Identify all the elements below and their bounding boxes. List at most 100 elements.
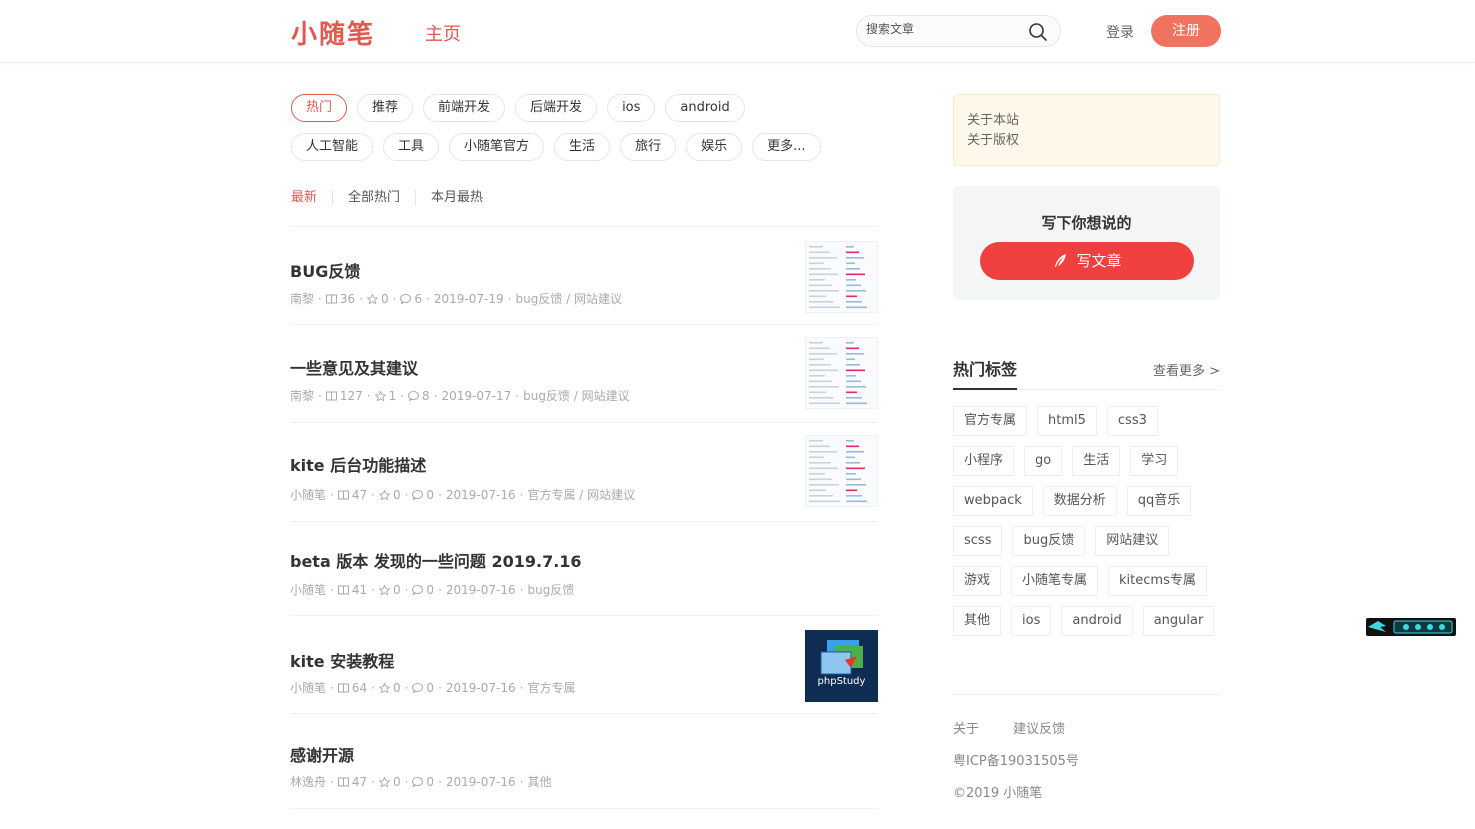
hot-tag[interactable]: kitecms专属	[1108, 566, 1207, 596]
hot-tag[interactable]: 小随笔专属	[1011, 566, 1099, 596]
article-tags[interactable]: 官方专属	[527, 681, 575, 695]
article-tags[interactable]: bug反馈 / 网站建议	[523, 389, 630, 403]
article-title[interactable]: 感谢开源	[290, 742, 354, 766]
category-tag[interactable]: android	[665, 94, 745, 122]
hot-tags-list: 官方专属 html5 css3 小程序 go 生活 学习 webpack 数据分析 qq音乐 scs…	[953, 406, 1223, 636]
article-date: 2019-07-16	[445, 583, 516, 597]
article-thumbnail[interactable]	[805, 337, 878, 409]
hot-tag[interactable]: scss	[953, 526, 1003, 556]
views-icon	[337, 777, 349, 787]
sort-tab[interactable]: 本月最热	[415, 190, 498, 206]
hot-tag[interactable]: go	[1024, 446, 1063, 476]
article-title[interactable]: BUG反馈	[290, 258, 360, 282]
meta-separator: ·	[366, 389, 371, 403]
article-tags[interactable]: 其他	[527, 775, 551, 789]
screenshot-preview-icon	[809, 440, 867, 503]
hot-tags-header: 热门标签 查看更多 >	[953, 356, 1220, 390]
site-logo[interactable]: 小随笔	[291, 14, 375, 51]
article-title[interactable]: kite 后台功能描述	[290, 452, 426, 476]
login-link[interactable]: 登录	[1106, 22, 1134, 42]
article-comments: 0	[426, 681, 435, 695]
sort-tab[interactable]: 最新	[291, 190, 332, 206]
meta-separator: ·	[371, 681, 375, 695]
hot-tag[interactable]: ios	[1011, 606, 1052, 636]
article-author[interactable]: 林逸舟	[290, 775, 326, 789]
article-stars: 0	[380, 292, 389, 306]
about-site-link[interactable]: 关于本站	[967, 111, 1206, 131]
article-meta: 南黎 · 36 · 0 · 6 · 2019-07-19 · bug反馈 / 网站建议	[290, 290, 622, 307]
article-tags[interactable]: bug反馈	[527, 583, 574, 597]
footer-about-link[interactable]: 关于	[953, 722, 979, 737]
footer-feedback-link[interactable]: 建议反馈	[1013, 722, 1065, 737]
article-tags[interactable]: bug反馈 / 网站建议	[515, 292, 622, 306]
sort-tab[interactable]: 全部热门	[332, 190, 415, 206]
category-tag[interactable]: 旅行	[620, 133, 677, 161]
article-views: 47	[351, 775, 368, 789]
article-title[interactable]: beta 版本 发现的一些问题 2019.7.16	[290, 548, 582, 572]
floating-widget[interactable]	[1366, 618, 1456, 636]
article-comments: 0	[426, 775, 435, 789]
article-author[interactable]: 小随笔	[290, 488, 326, 502]
article-comments: 0	[426, 583, 435, 597]
nav-home-link[interactable]: 主页	[425, 20, 461, 46]
hot-tag[interactable]: android	[1061, 606, 1133, 636]
article-thumbnail[interactable]	[805, 241, 878, 313]
category-tag[interactable]: 娱乐	[686, 133, 743, 161]
meta-separator: ·	[438, 488, 442, 502]
article-item[interactable]: BUG反馈南黎 · 36 · 0 · 6 · 2019-07-19 · bug反馈 / 网站建议	[290, 226, 878, 324]
category-tag[interactable]: 人工智能	[291, 133, 374, 161]
register-button[interactable]: 注册	[1151, 15, 1221, 47]
article-item[interactable]: beta 版本 发现的一些问题 2019.7.16 小随笔 · 41 · 0 · 0 · 2019…	[290, 521, 878, 615]
article-title[interactable]: kite 安装教程	[290, 648, 394, 672]
category-tag[interactable]: 前端开发	[423, 94, 506, 122]
article-author[interactable]: 小随笔	[290, 681, 326, 695]
article-author[interactable]: 小随笔	[290, 583, 326, 597]
hot-tag[interactable]: angular	[1142, 606, 1215, 636]
article-author[interactable]: 南黎	[290, 292, 314, 306]
more-tags-button[interactable]: 更多...	[752, 133, 821, 161]
article-item[interactable]: kite 后台功能描述 小随笔 · 47 · 0 · 0 · 2019-07-16 · 官方专属 / …	[290, 422, 878, 521]
category-tag[interactable]: 推荐	[357, 94, 414, 122]
article-stars: 1	[388, 389, 397, 403]
comment-icon	[412, 490, 424, 500]
hot-tag[interactable]: 学习	[1130, 446, 1179, 476]
icp-number[interactable]: 粤ICP备19031505号	[953, 750, 1079, 769]
comment-icon	[412, 585, 424, 595]
article-thumbnail[interactable]: phpStudy	[805, 630, 878, 702]
category-tag[interactable]: ios	[607, 94, 656, 122]
article-stars: 0	[392, 681, 401, 695]
article-tags[interactable]: 官方专属 / 网站建议	[527, 488, 635, 502]
article-title[interactable]: 一些意见及其建议	[290, 355, 418, 379]
hot-tag[interactable]: css3	[1106, 406, 1158, 436]
meta-separator: ·	[519, 583, 524, 597]
category-tag[interactable]: 后端开发	[515, 94, 598, 122]
search-icon[interactable]	[1028, 22, 1048, 42]
article-item[interactable]: kite 安装教程 小随笔 · 64 · 0 · 0 · 2019-07-16 · 官方专属 phpSt…	[290, 615, 878, 713]
star-icon	[378, 683, 390, 693]
hot-tag[interactable]: 游戏	[953, 566, 1002, 596]
article-thumbnail[interactable]	[805, 435, 878, 507]
hot-tags-more-link[interactable]: 查看更多 >	[1153, 360, 1220, 379]
footer-divider	[953, 694, 1220, 695]
category-tag[interactable]: 小随笔官方	[449, 133, 545, 161]
hot-tag[interactable]: 生活	[1072, 446, 1121, 476]
about-copyright-link[interactable]: 关于版权	[967, 131, 1206, 151]
article-list-end	[290, 808, 878, 809]
hot-tag[interactable]: 数据分析	[1042, 486, 1117, 516]
article-item[interactable]: 一些意见及其建议 南黎 · 127 · 1 · 8 · 2019-07-17 · bug反馈 / 网站…	[290, 324, 878, 422]
category-tag[interactable]: 工具	[383, 133, 440, 161]
write-article-button[interactable]: 写文章	[980, 242, 1194, 280]
hot-tag[interactable]: html5	[1037, 406, 1097, 436]
category-tag[interactable]: 热门	[291, 94, 348, 122]
hot-tag[interactable]: 其他	[953, 606, 1002, 636]
hot-tag[interactable]: 网站建议	[1095, 526, 1170, 556]
hot-tag[interactable]: webpack	[953, 486, 1033, 516]
hot-tag[interactable]: 小程序	[953, 446, 1015, 476]
article-author[interactable]: 南黎	[290, 389, 314, 403]
hot-tag[interactable]: bug反馈	[1012, 526, 1086, 556]
hot-tag[interactable]: qq音乐	[1126, 486, 1192, 516]
search-input[interactable]	[866, 22, 1026, 36]
article-item[interactable]: 感谢开源 林逸舟 · 47 · 0 · 0 · 2019-07-16 · 其他	[290, 713, 878, 808]
hot-tag[interactable]: 官方专属	[953, 406, 1028, 436]
category-tag[interactable]: 生活	[554, 133, 611, 161]
